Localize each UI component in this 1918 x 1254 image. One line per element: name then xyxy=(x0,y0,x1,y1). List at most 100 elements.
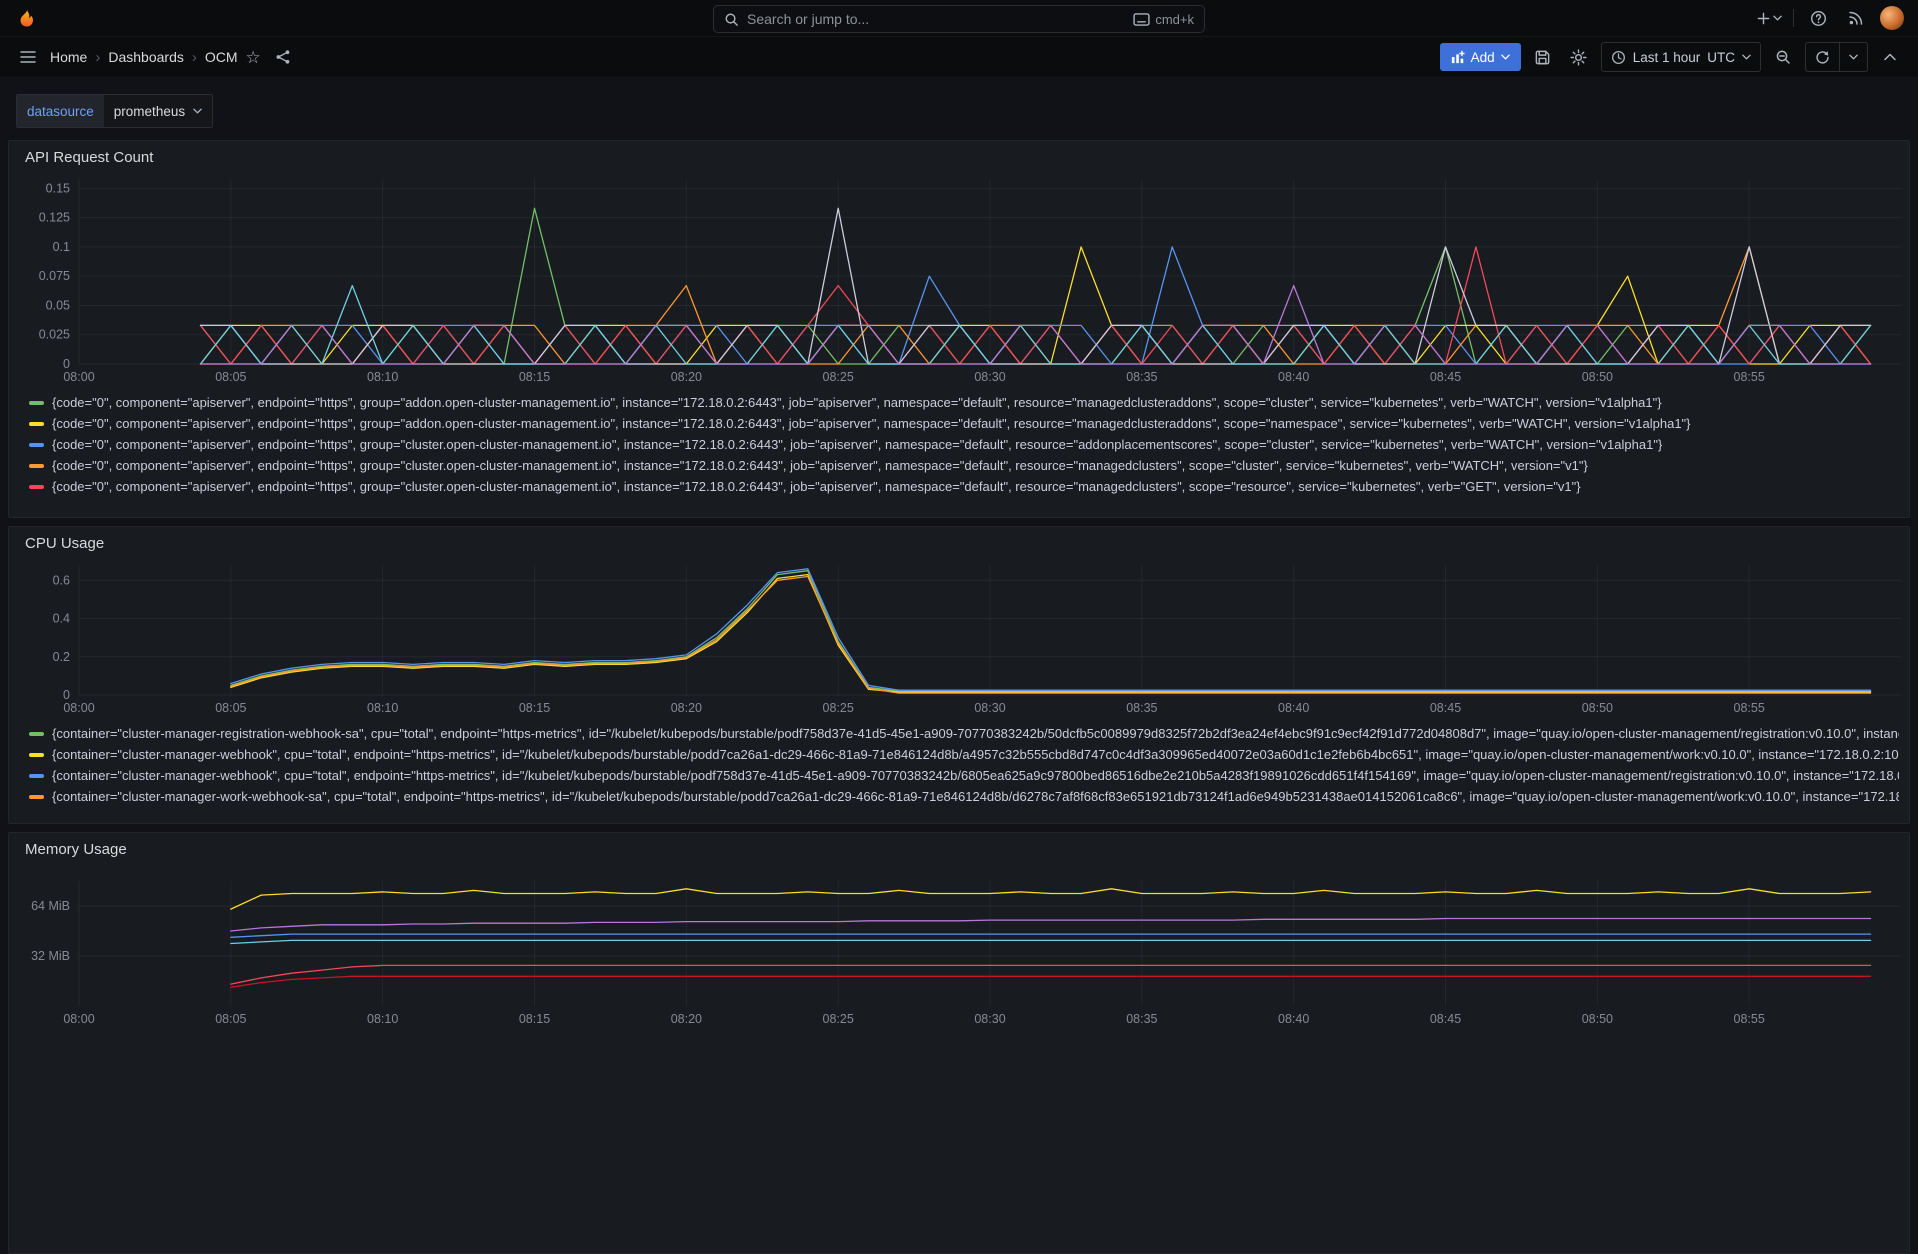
dashboard-settings-button[interactable] xyxy=(1565,43,1593,71)
cpu-usage-chart[interactable]: 08:0008:0508:1008:1508:2008:2508:3008:35… xyxy=(9,559,1909,719)
panel-header[interactable]: CPU Usage xyxy=(9,527,1909,559)
legend-series-label: {code="0", component="apiserver", endpoi… xyxy=(52,395,1662,410)
news-button[interactable] xyxy=(1842,4,1870,32)
share-icon xyxy=(275,49,291,65)
keyboard-icon xyxy=(1133,13,1150,26)
svg-text:08:45: 08:45 xyxy=(1430,370,1461,384)
legend-series-swatch xyxy=(29,443,44,447)
svg-text:0: 0 xyxy=(63,688,70,702)
hamburger-icon xyxy=(20,50,36,64)
svg-text:08:30: 08:30 xyxy=(974,370,1005,384)
time-picker: Last 1 hour UTC xyxy=(1601,42,1761,72)
legend-series-swatch xyxy=(29,732,44,736)
legend-series-swatch xyxy=(29,485,44,489)
svg-text:0.15: 0.15 xyxy=(46,181,70,195)
breadcrumb-home[interactable]: Home xyxy=(50,49,87,65)
dashboard-toolbar: Home › Dashboards › OCM ☆ Add xyxy=(0,37,1918,78)
clock-icon xyxy=(1611,50,1626,65)
svg-text:08:40: 08:40 xyxy=(1278,1012,1309,1026)
zoom-out-icon xyxy=(1775,49,1791,65)
svg-text:08:20: 08:20 xyxy=(671,701,702,715)
help-button[interactable] xyxy=(1804,4,1832,32)
refresh-icon xyxy=(1815,50,1830,65)
breadcrumb-separator: › xyxy=(95,49,100,66)
refresh-dashboard-button[interactable] xyxy=(1806,43,1839,71)
svg-text:08:00: 08:00 xyxy=(63,370,94,384)
legend-series-label: {container="cluster-manager-webhook", cp… xyxy=(52,747,1899,762)
legend-item[interactable]: {code="0", component="apiserver", endpoi… xyxy=(29,455,1899,476)
new-menu-button[interactable] xyxy=(1755,4,1783,32)
help-circle-icon xyxy=(1810,10,1827,27)
save-icon xyxy=(1534,49,1551,66)
chevron-down-icon xyxy=(1742,54,1751,60)
chart-legend: {code="0", component="apiserver", endpoi… xyxy=(9,388,1909,497)
panel-title: Memory Usage xyxy=(25,841,127,858)
search-shortcut: cmd+k xyxy=(1133,12,1194,27)
svg-text:08:15: 08:15 xyxy=(519,370,550,384)
api-request-count-chart[interactable]: 08:0008:0508:1008:1508:2008:2508:3008:35… xyxy=(9,173,1909,388)
svg-text:08:00: 08:00 xyxy=(63,1012,94,1026)
chart-canvas[interactable]: 08:0008:0508:1008:1508:2008:2508:3008:35… xyxy=(15,559,1910,719)
legend-item[interactable]: {code="0", component="apiserver", endpoi… xyxy=(29,434,1899,455)
svg-text:0.2: 0.2 xyxy=(53,650,70,664)
legend-item[interactable]: {container="cluster-manager-work-webhook… xyxy=(29,786,1899,807)
svg-text:08:55: 08:55 xyxy=(1734,370,1765,384)
panel-header[interactable]: Memory Usage xyxy=(9,833,1909,865)
breadcrumb: Home › Dashboards › OCM xyxy=(50,49,238,66)
svg-text:0.075: 0.075 xyxy=(39,269,70,283)
add-panel-icon xyxy=(1451,50,1465,64)
refresh-interval-dropdown[interactable] xyxy=(1839,43,1867,71)
zoom-out-time-range-button[interactable] xyxy=(1769,43,1797,71)
legend-series-label: {container="cluster-manager-webhook", cp… xyxy=(52,768,1899,783)
svg-text:08:10: 08:10 xyxy=(367,370,398,384)
legend-item[interactable]: {container="cluster-manager-webhook", cp… xyxy=(29,744,1899,765)
svg-text:08:00: 08:00 xyxy=(63,701,94,715)
rss-icon xyxy=(1848,10,1864,26)
legend-series-label: {code="0", component="apiserver", endpoi… xyxy=(52,479,1581,494)
legend-series-label: {container="cluster-manager-registration… xyxy=(52,726,1899,741)
favorite-star-button[interactable]: ☆ xyxy=(246,49,261,66)
grafana-logo[interactable] xyxy=(14,6,38,30)
panel-memory-usage: Memory Usage 08:0008:0508:1008:1508:2008… xyxy=(8,832,1910,1254)
svg-text:0.6: 0.6 xyxy=(53,573,70,587)
toolbar-divider xyxy=(1793,9,1794,27)
variable-value[interactable]: prometheus xyxy=(104,95,212,127)
legend-item[interactable]: {container="cluster-manager-registration… xyxy=(29,723,1899,744)
svg-text:08:45: 08:45 xyxy=(1430,701,1461,715)
chart-legend: {container="cluster-manager-registration… xyxy=(9,719,1909,807)
search-input[interactable]: Search or jump to... cmd+k xyxy=(713,5,1205,33)
collapse-controls-button[interactable] xyxy=(1876,43,1904,71)
chevron-down-icon xyxy=(1773,15,1782,21)
svg-text:08:50: 08:50 xyxy=(1582,701,1613,715)
save-dashboard-button[interactable] xyxy=(1529,43,1557,71)
legend-series-swatch xyxy=(29,464,44,468)
svg-text:08:30: 08:30 xyxy=(974,701,1005,715)
variable-datasource-picker[interactable]: datasource prometheus xyxy=(16,94,213,128)
legend-item[interactable]: {code="0", component="apiserver", endpoi… xyxy=(29,413,1899,434)
panel-header[interactable]: API Request Count xyxy=(9,141,1909,173)
legend-item[interactable]: {code="0", component="apiserver", endpoi… xyxy=(29,476,1899,497)
chart-canvas[interactable]: 08:0008:0508:1008:1508:2008:2508:3008:35… xyxy=(15,173,1910,388)
legend-item[interactable]: {code="0", component="apiserver", endpoi… xyxy=(29,392,1899,413)
top-navigation-bar: Search or jump to... cmd+k xyxy=(0,0,1918,37)
search-shortcut-label: cmd+k xyxy=(1155,12,1194,27)
share-dashboard-button[interactable] xyxy=(269,43,297,71)
dashboard-canvas: datasource prometheus API Request Count … xyxy=(0,94,1918,1254)
legend-series-label: {code="0", component="apiserver", endpoi… xyxy=(52,458,1588,473)
add-panel-button[interactable]: Add xyxy=(1440,43,1521,71)
time-range-button[interactable]: Last 1 hour UTC xyxy=(1602,43,1760,71)
user-avatar-button[interactable] xyxy=(1880,6,1904,30)
legend-item[interactable]: {container="cluster-manager-webhook", cp… xyxy=(29,765,1899,786)
svg-text:08:05: 08:05 xyxy=(215,370,246,384)
mega-menu-toggle-button[interactable] xyxy=(14,43,42,71)
svg-text:0.4: 0.4 xyxy=(53,612,70,626)
svg-text:0.025: 0.025 xyxy=(39,328,70,342)
variable-value-text: prometheus xyxy=(114,104,185,119)
svg-text:64 MiB: 64 MiB xyxy=(31,899,70,913)
add-button-label: Add xyxy=(1471,50,1495,65)
svg-text:08:05: 08:05 xyxy=(215,1012,246,1026)
svg-text:08:55: 08:55 xyxy=(1734,701,1765,715)
chart-canvas[interactable]: 08:0008:0508:1008:1508:2008:2508:3008:35… xyxy=(15,865,1910,1030)
breadcrumb-dashboards[interactable]: Dashboards xyxy=(108,49,184,65)
memory-usage-chart[interactable]: 08:0008:0508:1008:1508:2008:2508:3008:35… xyxy=(9,865,1909,1030)
